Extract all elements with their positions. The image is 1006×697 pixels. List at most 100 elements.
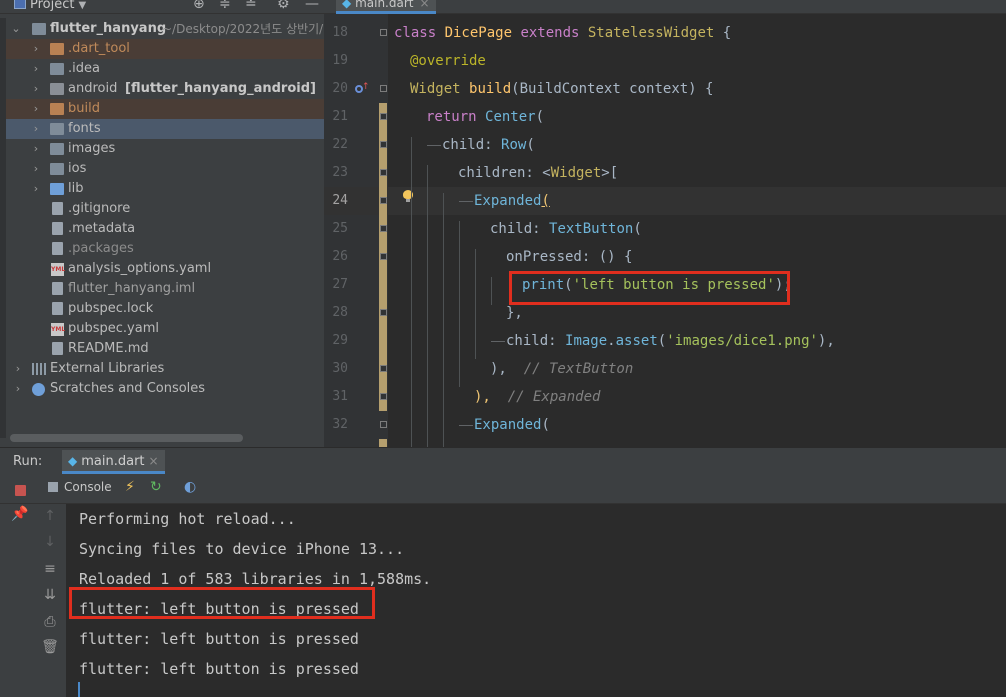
code-line-20[interactable]: Widget build(BuildContext context) { [410,75,713,103]
line-number: 31 [332,389,348,404]
locate-icon[interactable]: ⊕ [193,0,205,12]
scroll-to-end-icon[interactable]: ⇊ [40,587,60,603]
code-line-26[interactable]: onPressed: () { [506,243,632,271]
tree-item-scratches[interactable]: › Scratches and Consoles [6,379,324,399]
code-editor[interactable]: ◆ main.dart × 18 19 20 21 22 23 24 25 26 … [324,0,1006,447]
fold-marker-icon[interactable] [380,225,387,232]
line-number: 27 [332,277,348,292]
stop-icon[interactable] [15,485,26,496]
code-line-30[interactable]: ), // TextButton [490,355,633,383]
fold-marker-icon[interactable] [380,365,387,372]
tree-item-iml[interactable]: flutter_hanyang.iml [6,279,324,299]
tree-item-build[interactable]: › build [6,99,324,119]
tree-item-label: .dart_tool [68,41,130,56]
console-tab[interactable]: Console [48,480,112,494]
close-icon[interactable]: × [419,0,429,10]
hot-reload-icon[interactable]: ⚡ [125,479,135,495]
code-line-18[interactable]: class DicePage extends StatelessWidget { [394,19,731,47]
code-line-19[interactable]: @override [410,47,486,75]
code-line-31[interactable]: ), // Expanded [474,383,600,411]
fold-marker-icon[interactable] [380,393,387,400]
code-token: { [722,25,732,41]
run-tab-main-dart[interactable]: ◆ main.dart × [62,450,165,474]
tree-item-packages[interactable]: .packages [6,239,324,259]
chevron-right-icon[interactable]: › [30,159,42,179]
folder-icon [50,43,64,55]
line-number: 32 [332,417,348,432]
chevron-right-icon[interactable]: › [30,139,42,159]
fold-marker-icon[interactable] [380,197,387,204]
code-line-32[interactable]: Expanded( [474,411,550,439]
tree-item-external-libraries[interactable]: › External Libraries [6,359,324,379]
code-line-25[interactable]: child: TextButton( [490,215,642,243]
fold-marker-icon[interactable] [380,421,387,428]
tree-item-ios[interactable]: › ios [6,159,324,179]
tree-item-root[interactable]: ⌄ flutter_hanyang ~/Desktop/2022년도 상반기/ [6,19,324,39]
chevron-right-icon[interactable]: › [12,359,24,379]
tree-item-pubspec-lock[interactable]: pubspec.lock [6,299,324,319]
code-line-22[interactable]: child: Row( [442,131,535,159]
code-token: onPressed: () { [506,249,633,265]
chevron-right-icon[interactable]: › [30,79,42,99]
code-token: . [607,333,616,349]
code-line-24[interactable]: Expanded( [474,187,550,215]
code-line-21[interactable]: return Center( [426,103,544,131]
tree-item-images[interactable]: › images [6,139,324,159]
code-token: Widget [410,81,470,97]
minimize-icon[interactable]: — [305,0,319,12]
expand-all-icon[interactable]: ≑ [219,0,231,12]
fold-marker-icon[interactable] [380,141,387,148]
tree-item-idea[interactable]: › .idea [6,59,324,79]
horizontal-scrollbar[interactable] [10,434,243,442]
fold-marker-icon[interactable] [380,85,387,92]
fold-marker-icon[interactable] [380,309,387,316]
code-comment: // Expanded [507,389,601,405]
trash-icon[interactable]: 🗑 [40,639,60,655]
close-icon[interactable]: × [149,454,159,468]
code-line-29[interactable]: child: Image.asset('images/dice1.png'), [506,327,835,355]
print-icon[interactable]: ⎙ [40,614,60,630]
chevron-right-icon[interactable]: › [12,379,24,399]
tree-item-gitignore[interactable]: .gitignore [6,199,324,219]
project-panel: Project ▼ ⊕ ≑ ≚ ⚙ — ⌄ flutter_hanyang ~/D… [0,0,324,451]
line-number: 28 [332,305,348,320]
scratch-icon [32,383,45,396]
devtools-icon[interactable]: ◐ [184,479,196,495]
chevron-right-icon[interactable]: › [30,179,42,199]
vcs-change-bar[interactable] [379,439,387,447]
arrow-down-icon[interactable]: ↓ [40,534,60,550]
tree-item-pubspec-yaml[interactable]: YML pubspec.yaml [6,319,324,339]
chevron-right-icon[interactable]: › [30,99,42,119]
indent-guide-horizontal [427,145,441,146]
gear-icon[interactable]: ⚙ [277,0,290,12]
fold-marker-icon[interactable] [380,29,387,36]
console-output[interactable]: Performing hot reload... Syncing files t… [66,504,1006,697]
chevron-right-icon[interactable]: › [30,59,42,79]
tree-item-readme[interactable]: README.md [6,339,324,359]
pin-icon[interactable]: 📌 [10,506,30,522]
tree-item-dart-tool[interactable]: › .dart_tool [6,39,324,59]
fold-marker-icon[interactable] [380,169,387,176]
override-marker-icon[interactable]: ↑ [355,83,370,95]
fold-marker-icon[interactable] [380,253,387,260]
collapse-all-icon[interactable]: ≚ [245,0,257,12]
arrow-up-icon[interactable]: ↑ [40,508,60,524]
chevron-right-icon[interactable]: › [30,39,42,59]
tree-item-lib[interactable]: › lib [6,179,324,199]
code-token: Center [485,109,536,125]
chevron-right-icon[interactable]: › [30,119,42,139]
tree-item-fonts[interactable]: › fonts [6,119,324,139]
tree-item-path: ~/Desktop/2022년도 상반기/ [162,22,324,36]
soft-wrap-icon[interactable]: ≡ [40,561,60,577]
chevron-down-icon[interactable]: ⌄ [10,19,22,39]
tree-item-metadata[interactable]: .metadata [6,219,324,239]
tree-item-analysis-options[interactable]: YML analysis_options.yaml [6,259,324,279]
project-view-selector[interactable]: Project ▼ [14,0,86,12]
fold-marker-icon[interactable] [380,113,387,120]
line-number: 25 [332,221,348,236]
code-line-23[interactable]: children: <Widget>[ [458,159,618,187]
hot-restart-icon[interactable]: ↻ [150,479,162,495]
folder-icon [50,123,64,135]
editor-tab-main-dart[interactable]: ◆ main.dart × [336,0,436,14]
tree-item-android[interactable]: › android [flutter_hanyang_android] [6,79,324,99]
